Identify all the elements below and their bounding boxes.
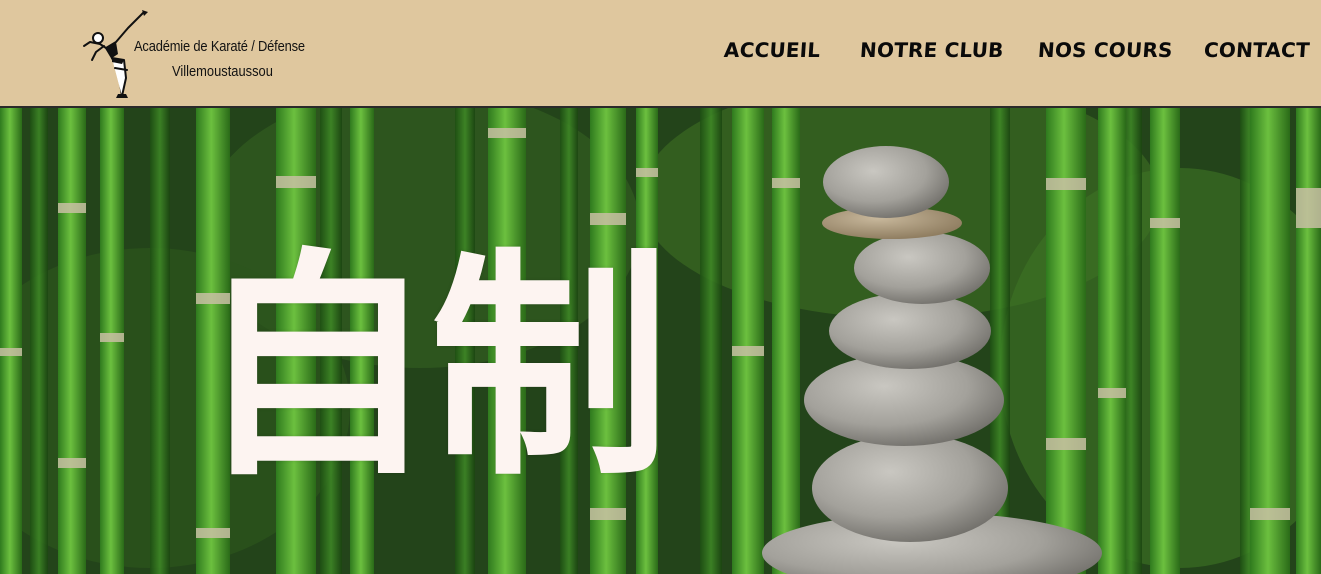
nav-accueil[interactable]: ACCUEIL bbox=[723, 38, 821, 62]
main-nav: ACCUEIL NOTRE CLUB NOS COURS CONTACT bbox=[0, 38, 1321, 68]
nav-notre-club[interactable]: NOTRE CLUB bbox=[859, 38, 1004, 62]
site-header: Académie de Karaté / Défense Villemousta… bbox=[0, 0, 1321, 108]
hero-kanji-title: 自制 bbox=[196, 228, 670, 508]
nav-nos-cours[interactable]: NOS COURS bbox=[1037, 38, 1173, 62]
nav-contact[interactable]: CONTACT bbox=[1203, 38, 1310, 62]
hero-banner: 自制 bbox=[0, 108, 1321, 574]
